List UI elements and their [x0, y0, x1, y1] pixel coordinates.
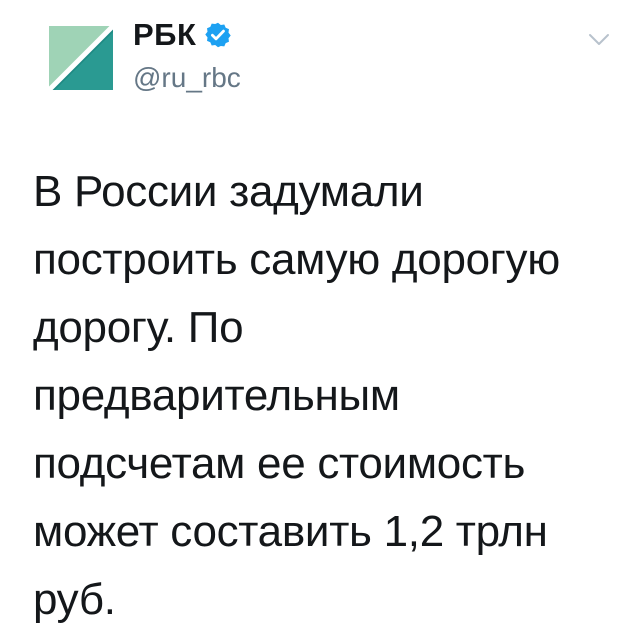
- display-name[interactable]: РБК: [133, 17, 196, 53]
- rbc-logo-icon: [47, 24, 115, 92]
- tweet-header: РБК @ru_rbc: [133, 14, 241, 94]
- chevron-down-icon[interactable]: [584, 24, 614, 54]
- user-handle[interactable]: @ru_rbc: [133, 62, 241, 94]
- tweet: РБК @ru_rbc В России задумали построить …: [0, 0, 640, 635]
- name-row: РБК: [133, 14, 241, 56]
- verified-badge-icon: [205, 22, 232, 48]
- avatar[interactable]: [47, 24, 115, 92]
- tweet-text: В России задумали построить самую дорогу…: [33, 167, 560, 624]
